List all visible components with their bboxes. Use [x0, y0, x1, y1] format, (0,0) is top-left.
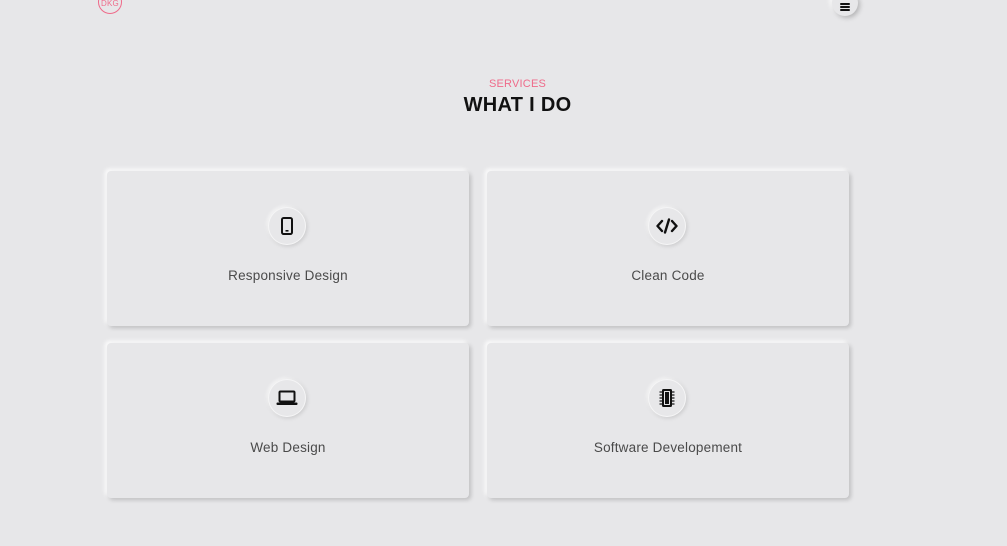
service-card-label: Clean Code [631, 268, 705, 283]
hamburger-menu-icon [840, 3, 850, 11]
logo[interactable]: DKG [98, 0, 122, 14]
service-card-clean-code[interactable]: Clean Code [487, 171, 849, 326]
service-card-label: Software Developement [593, 440, 743, 455]
laptop-icon [268, 379, 306, 417]
section-subtitle: SERVICES [488, 78, 547, 90]
service-card-label: Web Design [250, 440, 326, 455]
code-icon [648, 207, 686, 245]
section-title: WHAT I DO [463, 94, 572, 116]
menu-button[interactable] [832, 0, 858, 16]
microchip-icon [648, 379, 686, 417]
service-card-responsive-design[interactable]: Responsive Design [107, 171, 469, 326]
mobile-phone-icon [268, 207, 306, 245]
page: DKG SERVICES WHAT I DO Responsive Design… [0, 0, 1007, 546]
service-card-label: Responsive Design [228, 268, 348, 283]
service-card-software-developement[interactable]: Software Developement [487, 343, 849, 498]
service-card-web-design[interactable]: Web Design [107, 343, 469, 498]
logo-text: DKG [101, 0, 119, 8]
